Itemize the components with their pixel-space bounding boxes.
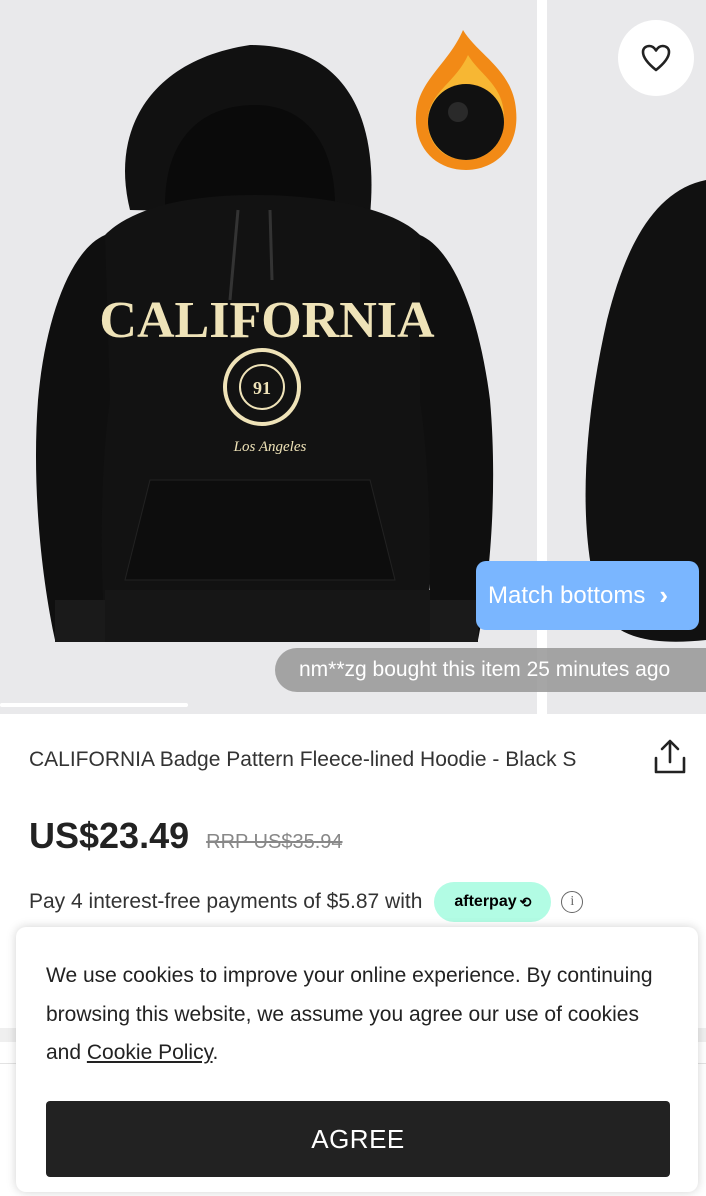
hoodie-print-word: CALIFORNIA <box>99 292 435 349</box>
cookie-policy-link[interactable]: Cookie Policy <box>87 1041 213 1064</box>
afterpay-label: afterpay <box>454 893 517 910</box>
product-price: US$23.49 <box>29 815 190 856</box>
product-image-gallery[interactable]: CALIFORNIA 91 Los Angeles Match bottoms … <box>0 0 706 714</box>
heart-icon <box>641 44 671 72</box>
price-row: US$23.49 RRP US$35.94 <box>29 815 343 857</box>
gallery-progress-indicator <box>0 703 188 707</box>
cookie-suffix: . <box>212 1041 219 1064</box>
share-button[interactable] <box>650 738 690 778</box>
cookie-consent-text: We use cookies to improve your online ex… <box>46 957 676 1073</box>
wishlist-button[interactable] <box>618 20 694 96</box>
info-icon[interactable]: i <box>561 891 584 913</box>
product-title: CALIFORNIA Badge Pattern Fleece-lined Ho… <box>29 748 577 771</box>
hoodie-print-badge: 91 <box>253 378 271 398</box>
flame-badge-icon <box>415 30 517 170</box>
product-rrp: RRP US$35.94 <box>206 831 343 853</box>
chevron-right-icon: › <box>659 580 669 610</box>
recent-purchase-text: nm**zg bought this item 25 minutes ago <box>299 658 671 681</box>
installment-info: Pay 4 interest-free payments of $5.87 wi… <box>29 882 584 922</box>
agree-button[interactable]: AGREE <box>46 1101 670 1177</box>
match-bottoms-label: Match bottoms <box>488 581 646 609</box>
hoodie-print-script: Los Angeles <box>233 439 307 455</box>
match-bottoms-button[interactable]: Match bottoms › <box>476 561 699 630</box>
product-image-main[interactable]: CALIFORNIA 91 Los Angeles <box>0 0 537 714</box>
recent-purchase-notice: nm**zg bought this item 25 minutes ago <box>275 648 706 692</box>
afterpay-badge[interactable]: afterpay ⟲ <box>434 882 552 922</box>
installment-text: Pay 4 interest-free payments of $5.87 wi… <box>29 890 423 913</box>
afterpay-logo-icon: ⟲ <box>519 893 532 910</box>
cookie-consent-banner: We use cookies to improve your online ex… <box>16 927 698 1192</box>
share-icon <box>654 739 686 774</box>
